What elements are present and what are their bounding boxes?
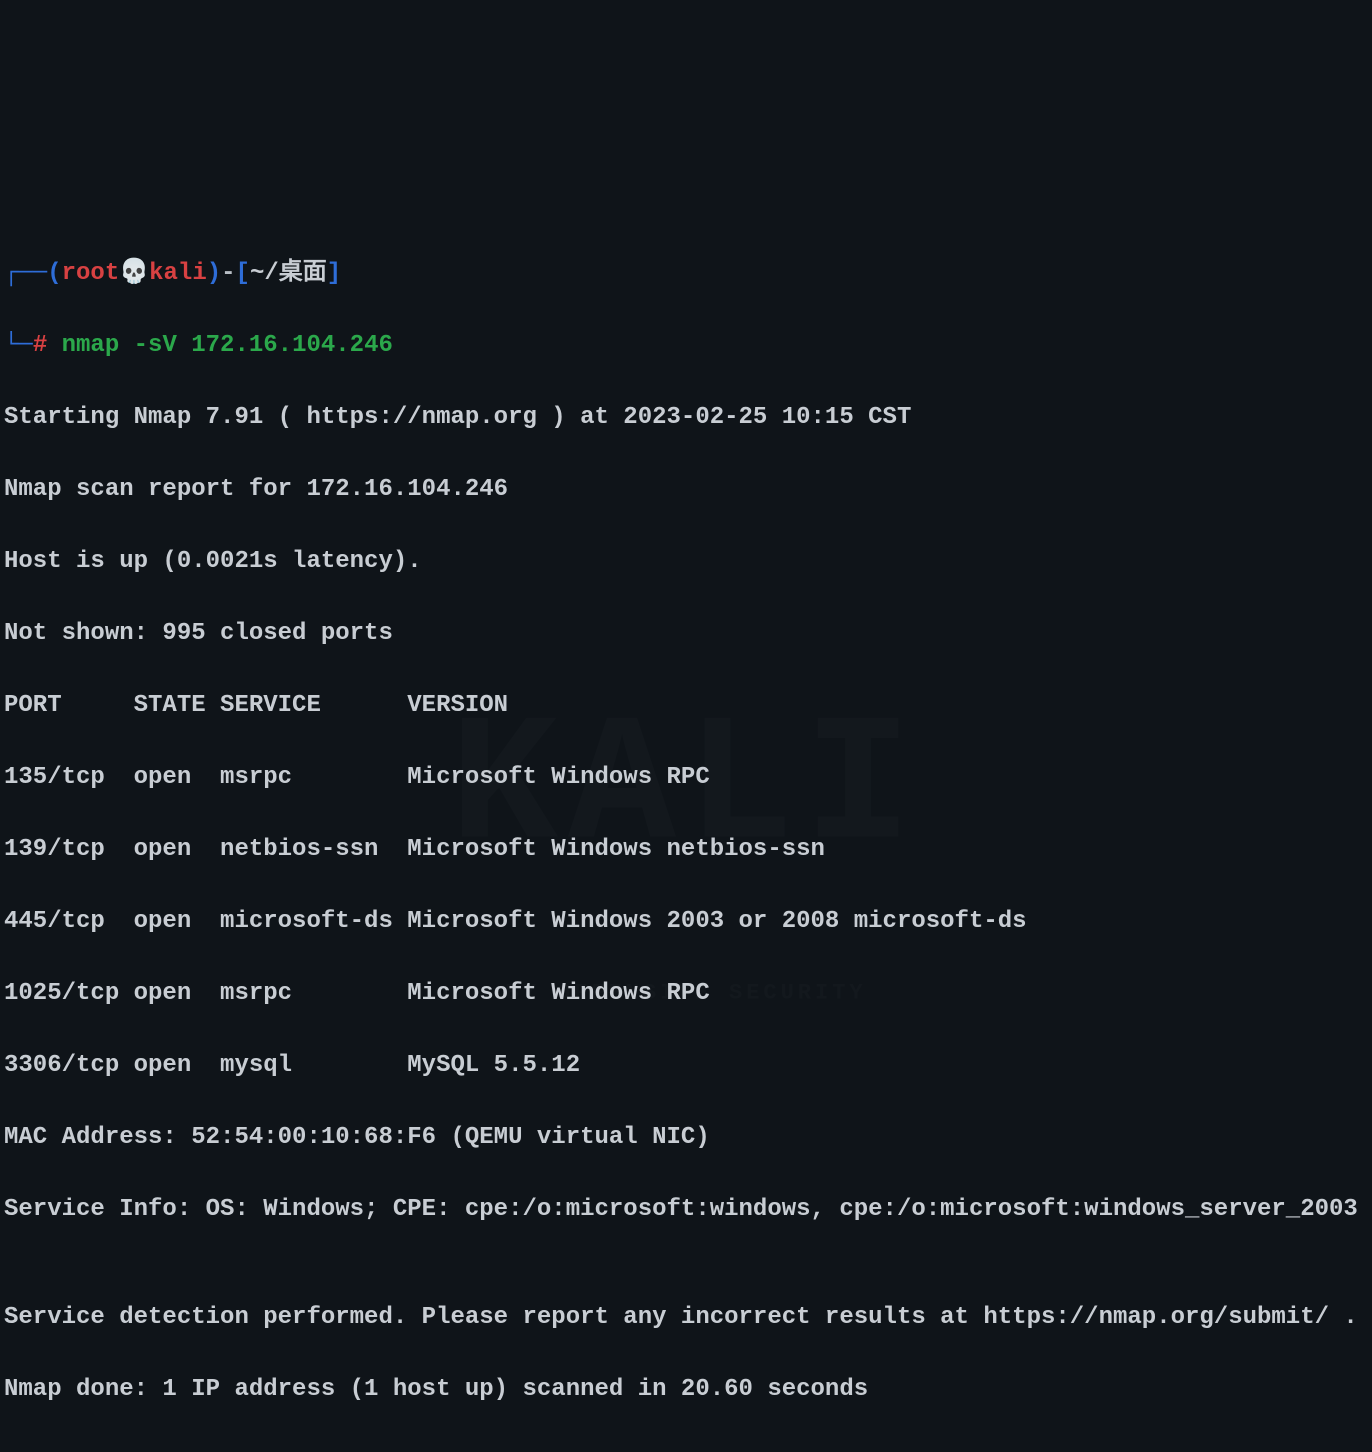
table-row: 135/tcp open msrpc Microsoft Windows RPC xyxy=(4,760,1368,796)
output-host-up: Host is up (0.0021s latency). xyxy=(4,544,1368,580)
prompt-dash: - xyxy=(221,260,235,287)
prompt-close-paren: ) xyxy=(207,260,221,287)
prompt-hash: # xyxy=(33,332,47,359)
prompt-open-bracket: [ xyxy=(236,260,250,287)
command-text: nmap -sV 172.16.104.246 xyxy=(62,332,393,359)
prompt-user: root xyxy=(62,260,120,287)
table-header: PORT STATE SERVICE VERSION xyxy=(4,688,1368,724)
terminal-content[interactable]: ┌──(root💀kali)-[~/桌面] └─# nmap -sV 172.1… xyxy=(4,220,1368,1444)
prompt-line-1: ┌──(root💀kali)-[~/桌面] xyxy=(4,256,1368,292)
table-row: 139/tcp open netbios-ssn Microsoft Windo… xyxy=(4,832,1368,868)
prompt-corner-top: ┌── xyxy=(4,260,47,287)
prompt-path: ~/桌面 xyxy=(250,260,327,287)
skull-icon: 💀 xyxy=(119,260,149,287)
output-mac: MAC Address: 52:54:00:10:68:F6 (QEMU vir… xyxy=(4,1120,1368,1156)
table-row: 3306/tcp open mysql MySQL 5.5.12 xyxy=(4,1048,1368,1084)
prompt-close-bracket: ] xyxy=(327,260,341,287)
output-starting: Starting Nmap 7.91 ( https://nmap.org ) … xyxy=(4,400,1368,436)
prompt-corner-bottom: └─ xyxy=(4,332,33,359)
output-done: Nmap done: 1 IP address (1 host up) scan… xyxy=(4,1372,1368,1408)
prompt-open-paren: ( xyxy=(47,260,61,287)
table-row: 1025/tcp open msrpc Microsoft Windows RP… xyxy=(4,976,1368,1012)
output-detection: Service detection performed. Please repo… xyxy=(4,1300,1368,1336)
output-service-info: Service Info: OS: Windows; CPE: cpe:/o:m… xyxy=(4,1192,1368,1228)
prompt-host: kali xyxy=(149,260,207,287)
output-scan-report: Nmap scan report for 172.16.104.246 xyxy=(4,472,1368,508)
output-not-shown: Not shown: 995 closed ports xyxy=(4,616,1368,652)
prompt-line-2: └─# nmap -sV 172.16.104.246 xyxy=(4,328,1368,364)
table-row: 445/tcp open microsoft-ds Microsoft Wind… xyxy=(4,904,1368,940)
